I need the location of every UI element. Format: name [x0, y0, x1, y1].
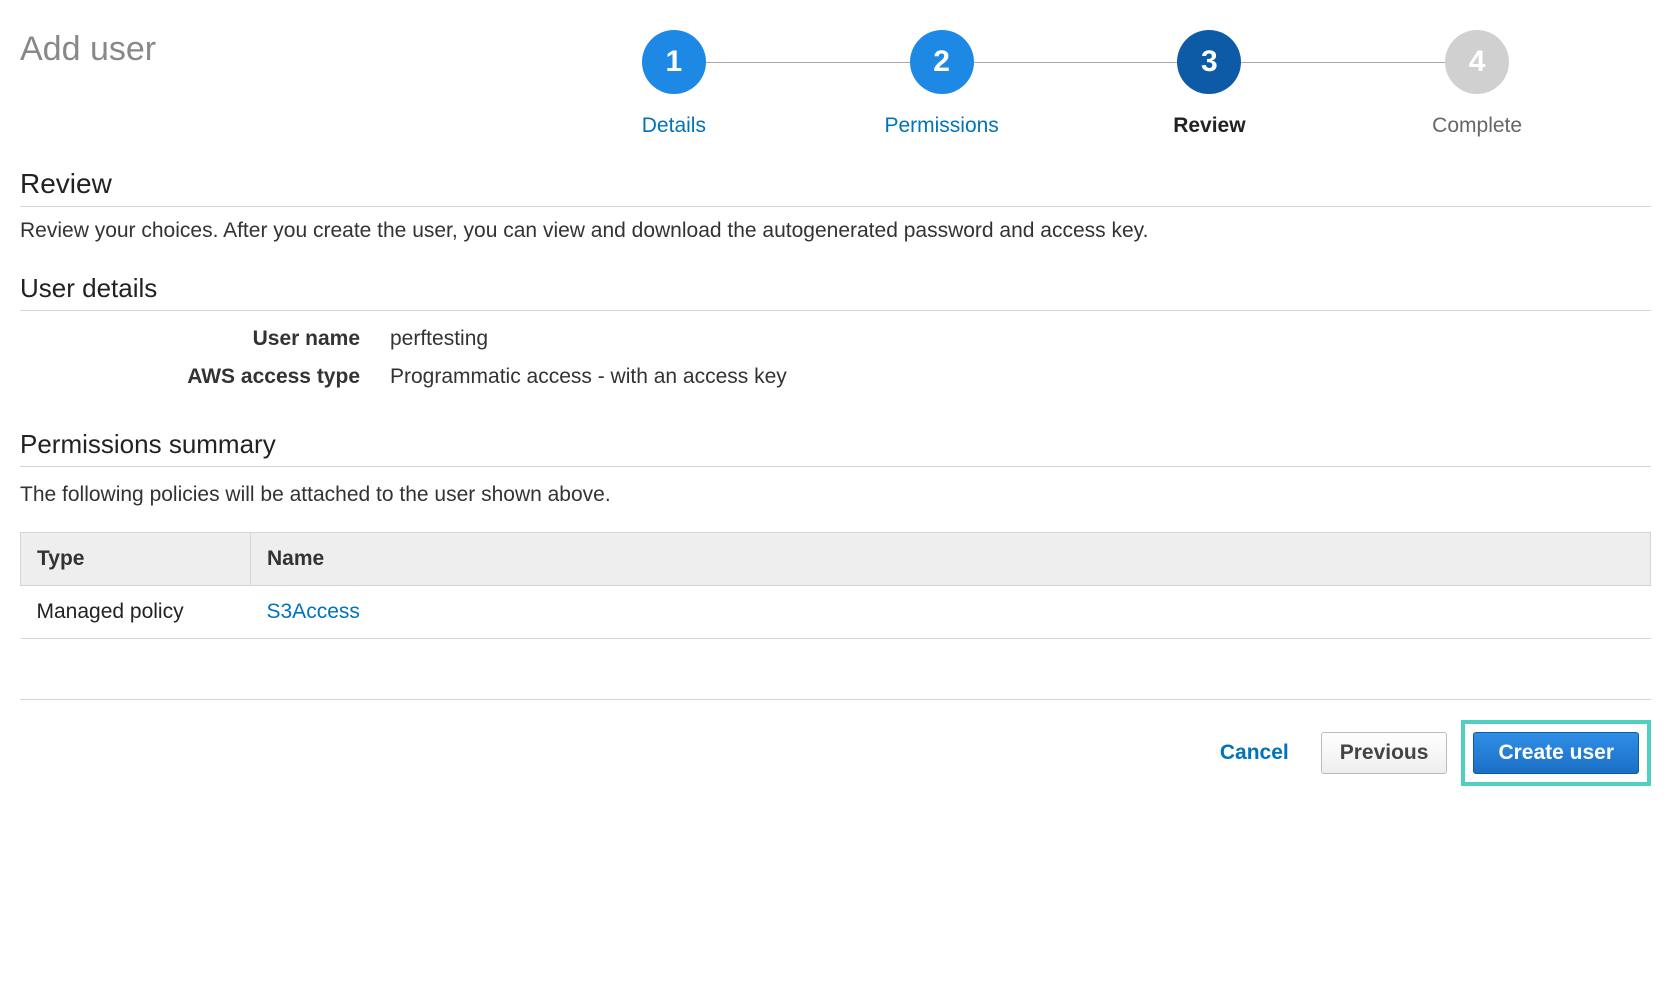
detail-row-accesstype: AWS access type Programmatic access - wi… — [20, 365, 1651, 389]
step-details[interactable]: 1 Details — [540, 30, 808, 138]
cancel-button[interactable]: Cancel — [1202, 731, 1307, 775]
step-circle-4: 4 — [1445, 30, 1509, 94]
step-label-permissions[interactable]: Permissions — [884, 114, 998, 138]
policy-name-link[interactable]: S3Access — [267, 600, 360, 623]
step-circle-3: 3 — [1177, 30, 1241, 94]
create-user-highlight: Create user — [1461, 720, 1651, 786]
review-subtext: Review your choices. After you create th… — [20, 219, 1651, 243]
table-row: Managed policy S3Access — [21, 586, 1651, 639]
permissions-subtext: The following policies will be attached … — [20, 483, 1651, 507]
detail-row-username: User name perftesting — [20, 327, 1651, 351]
wizard-stepper: 1 Details 2 Permissions 3 Review 4 Compl… — [500, 30, 1651, 138]
step-label-review: Review — [1173, 114, 1245, 138]
detail-label: AWS access type — [20, 365, 390, 389]
step-complete: 4 Complete — [1343, 30, 1611, 138]
step-review: 3 Review — [1076, 30, 1344, 138]
step-circle-2: 2 — [910, 30, 974, 94]
step-permissions[interactable]: 2 Permissions — [808, 30, 1076, 138]
user-details-heading: User details — [20, 273, 1651, 311]
step-circle-1: 1 — [642, 30, 706, 94]
policies-table: Type Name Managed policy S3Access — [20, 532, 1651, 639]
col-header-type: Type — [21, 533, 251, 586]
detail-value-accesstype: Programmatic access - with an access key — [390, 365, 787, 389]
policy-type: Managed policy — [21, 586, 251, 639]
review-heading: Review — [20, 168, 1651, 207]
detail-label: User name — [20, 327, 390, 351]
page-title: Add user — [20, 30, 500, 69]
permissions-heading: Permissions summary — [20, 429, 1651, 467]
step-label-complete: Complete — [1432, 114, 1522, 138]
wizard-footer: Cancel Previous Create user — [20, 699, 1651, 786]
detail-value-username: perftesting — [390, 327, 488, 351]
create-user-button[interactable]: Create user — [1473, 732, 1639, 774]
col-header-name: Name — [251, 533, 1651, 586]
step-label-details[interactable]: Details — [642, 114, 706, 138]
previous-button[interactable]: Previous — [1321, 732, 1448, 774]
